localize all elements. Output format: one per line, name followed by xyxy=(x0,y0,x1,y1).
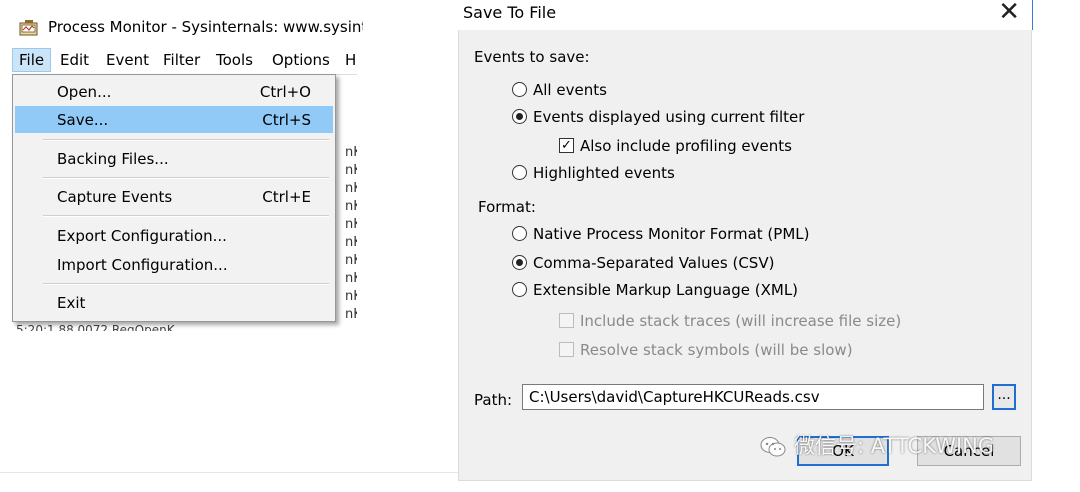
list-cell-fragment: nK xyxy=(345,145,357,160)
dialog-title-bar[interactable]: Save To File ✕ xyxy=(458,0,1030,30)
checkbox-resolve-stack-symbols[interactable] xyxy=(559,342,574,357)
menu-item-capture-events[interactable]: Capture Events Ctrl+E xyxy=(15,183,333,210)
radio-highlighted-events-label[interactable]: Highlighted events xyxy=(533,164,675,182)
wechat-icon xyxy=(760,437,786,457)
menu-item-shortcut: Ctrl+S xyxy=(262,111,311,129)
watermark-text: 微信号: ATTCKWING xyxy=(794,434,995,458)
radio-highlighted-events[interactable] xyxy=(512,165,527,180)
checkbox-profiling-events-label[interactable]: Also include profiling events xyxy=(580,137,792,155)
radio-filtered-events-label[interactable]: Events displayed using current filter xyxy=(533,108,804,126)
table-row[interactable]: 5:20:1 88 0072 RegOpenK xyxy=(16,323,175,331)
radio-format-csv[interactable] xyxy=(512,255,527,270)
menu-separator xyxy=(43,283,329,285)
dialog-title: Save To File xyxy=(463,3,557,22)
radio-all-events-label[interactable]: All events xyxy=(533,81,607,99)
menu-item-shortcut: Ctrl+E xyxy=(262,188,311,206)
format-label: Format: xyxy=(478,198,536,216)
events-to-save-label: Events to save: xyxy=(474,48,590,66)
menu-item-exit[interactable]: Exit xyxy=(15,289,333,316)
menu-separator xyxy=(43,139,329,141)
list-cell-fragment: nK xyxy=(345,199,357,214)
menu-item-label: Capture Events xyxy=(57,188,173,206)
menu-help[interactable]: H xyxy=(339,48,357,72)
menu-item-label: Save... xyxy=(57,111,109,129)
path-input[interactable]: C:\Users\david\CaptureHKCUReads.csv xyxy=(522,384,984,410)
menu-item-save[interactable]: Save... Ctrl+S xyxy=(15,106,333,133)
path-label: Path: xyxy=(474,391,513,409)
radio-format-xml[interactable] xyxy=(512,282,527,297)
close-icon[interactable]: ✕ xyxy=(998,0,1020,27)
radio-format-xml-label[interactable]: Extensible Markup Language (XML) xyxy=(533,281,798,299)
menu-item-label: Backing Files... xyxy=(57,150,169,168)
checkbox-include-stack-traces-label: Include stack traces (will increase file… xyxy=(580,312,902,330)
menu-options[interactable]: Options xyxy=(266,48,336,72)
window-edge xyxy=(1032,0,1033,30)
watermark: 微信号: ATTCKWING xyxy=(760,430,994,460)
menu-item-label: Open... xyxy=(57,83,112,101)
procmon-title-bar: Process Monitor - Sysinternals: www.sysi… xyxy=(18,14,363,42)
menu-event[interactable]: Event xyxy=(100,48,155,72)
save-dialog-body: Events to save: All events Events displa… xyxy=(458,30,1032,481)
list-cell-fragment: nK xyxy=(345,307,357,322)
checkbox-resolve-stack-symbols-label: Resolve stack symbols (will be slow) xyxy=(580,341,853,359)
list-cell-fragment: nK xyxy=(345,217,357,232)
menu-file[interactable]: File xyxy=(12,48,52,72)
radio-filtered-events[interactable] xyxy=(512,109,527,124)
procmon-app-icon xyxy=(19,20,38,36)
menu-item-label: Export Configuration... xyxy=(57,227,227,245)
browse-button[interactable]: ... xyxy=(992,384,1016,410)
file-menu-dropdown: Open... Ctrl+O Save... Ctrl+S Backing Fi… xyxy=(12,74,336,322)
menu-edit[interactable]: Edit xyxy=(54,48,95,72)
menu-separator xyxy=(43,177,329,179)
menu-item-open[interactable]: Open... Ctrl+O xyxy=(15,78,333,105)
radio-format-pml[interactable] xyxy=(512,226,527,241)
radio-all-events[interactable] xyxy=(512,82,527,97)
menu-item-label: Import Configuration... xyxy=(57,256,228,274)
checkbox-include-stack-traces[interactable] xyxy=(559,313,574,328)
menu-tools[interactable]: Tools xyxy=(210,48,259,72)
radio-format-pml-label[interactable]: Native Process Monitor Format (PML) xyxy=(533,225,809,243)
list-cell-fragment: nK xyxy=(345,271,357,286)
radio-format-csv-label[interactable]: Comma-Separated Values (CSV) xyxy=(533,254,774,272)
list-cell-fragment: nK xyxy=(345,163,357,178)
list-cell-fragment: nK xyxy=(345,253,357,268)
menu-item-import-configuration[interactable]: Import Configuration... xyxy=(15,251,333,278)
list-cell-fragment: nK xyxy=(345,235,357,250)
checkbox-profiling-events[interactable]: ✓ xyxy=(559,138,574,153)
procmon-menubar: File Edit Event Filter Tools Options H xyxy=(12,48,357,74)
menu-filter[interactable]: Filter xyxy=(157,48,206,72)
menu-item-label: Exit xyxy=(57,294,86,312)
menu-item-backing-files[interactable]: Backing Files... xyxy=(15,145,333,172)
menu-item-export-configuration[interactable]: Export Configuration... xyxy=(15,222,333,249)
list-cell-fragment: nK xyxy=(345,289,357,304)
procmon-window-title: Process Monitor - Sysinternals: www.sysi… xyxy=(48,18,363,36)
menu-separator xyxy=(43,215,329,217)
list-cell-fragment: nK xyxy=(345,181,357,196)
divider xyxy=(0,472,458,473)
menu-item-shortcut: Ctrl+O xyxy=(259,83,311,101)
